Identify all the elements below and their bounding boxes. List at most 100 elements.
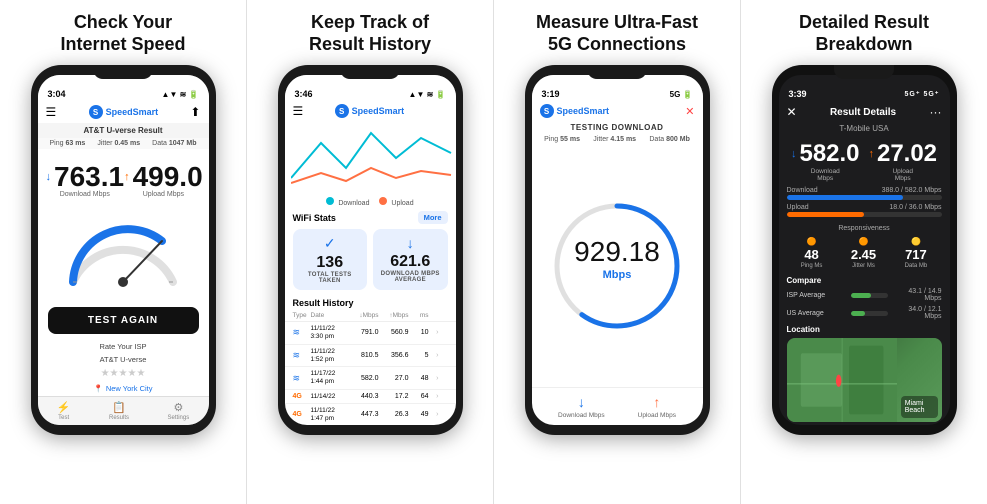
table-row[interactable]: 4G 11/14/22 440.3 17.2 64 › <box>285 390 456 404</box>
tab-home[interactable]: ⚡ Test <box>57 401 71 421</box>
p4-bar-dl-label-right: 388.0 / 582.0 Mbps <box>882 187 942 194</box>
wifi-card-avg-label: DOWNLOAD MBPSAVERAGE <box>381 271 440 283</box>
p2-wifi-title: WiFi Stats <box>293 213 336 223</box>
panel-detailed-result: Detailed Result Breakdown 3:39 5G⁺ 5G⁺ ✕… <box>741 0 987 504</box>
results-icon: 📋 <box>112 401 126 414</box>
p2-wifi-header: WiFi Stats More <box>285 209 456 226</box>
p4-header-title: Result Details <box>830 107 896 118</box>
wifi-card-tests-val: 136 <box>316 254 343 272</box>
row5-ms: 49 <box>409 411 429 418</box>
legend-upload: Upload <box>379 197 413 207</box>
p4-dl-label: DownloadMbps <box>811 168 840 182</box>
p4-bar-ul-label-left: Upload <box>787 204 809 211</box>
p1-speeds: ↓ 763.1 Download Mbps ↑ 499.0 Upload Mbp… <box>38 149 209 202</box>
p4-metric-jitter: 🟠 2.45 Jitter Ms <box>851 237 876 269</box>
p4-ul-val: 27.02 <box>877 140 937 168</box>
data-icon: 🟡 <box>911 237 921 246</box>
p4-more-btn[interactable]: ··· <box>929 105 941 119</box>
p3-close-icon[interactable]: ✕ <box>685 105 694 118</box>
test-again-button[interactable]: TEST AGAIN <box>48 307 199 334</box>
row1-type-icon: ≋ <box>293 327 311 338</box>
p4-isp-bar-fill <box>851 293 871 298</box>
p4-us-avg-val: 34.0 / 12.1 Mbps <box>892 306 942 320</box>
map-svg <box>787 338 897 422</box>
gauge-circle-svg: 929.18 Mbps <box>547 196 687 336</box>
p2-more-btn[interactable]: More <box>418 211 448 224</box>
th-date: Date <box>311 312 349 319</box>
row1-date: 11/11/223:30 pm <box>311 325 349 341</box>
p2-menu-icon[interactable]: ☰ <box>293 104 304 118</box>
phone-screen-4: 3:39 5G⁺ 5G⁺ ✕ Result Details ··· T-Mobi… <box>779 75 950 425</box>
p4-header: ✕ Result Details ··· <box>779 101 950 123</box>
p3-gauge-area: 929.18 Mbps <box>532 145 703 387</box>
phone-notch-1 <box>93 65 153 79</box>
p1-gauge-area <box>38 202 209 301</box>
p4-data-val: 717 <box>905 247 927 262</box>
phone-frame-3: 3:19 5G 🔋 S SpeedSmart ✕ TESTING DOWNLOA… <box>525 65 710 435</box>
p2-history-title: Result History <box>285 293 456 310</box>
p4-map-label: Miami Beach <box>901 396 938 418</box>
table-row[interactable]: ≋ 11/11/223:30 pm 791.0 560.9 10 › <box>285 322 456 345</box>
table-row[interactable]: ≋ 11/11/221:52 pm 810.5 356.6 5 › <box>285 345 456 368</box>
row1-ms: 10 <box>409 329 429 336</box>
tab-results[interactable]: 📋 Results <box>109 401 129 421</box>
p4-download-item: ↓ 582.0 DownloadMbps <box>791 140 860 182</box>
p4-dl-val: 582.0 <box>799 140 859 168</box>
p4-metric-ping: 🟠 48 Ping Ms <box>801 237 823 269</box>
logo-icon-1: S <box>89 105 103 119</box>
p1-isp-bar: AT&T U-verse Result <box>38 123 209 138</box>
p4-upload-item: ↑ 27.02 UploadMbps <box>868 140 937 182</box>
p4-ping-label: Ping Ms <box>801 263 823 269</box>
p3-dl-arrow-icon: ↓ <box>578 394 585 410</box>
p1-location-text: New York City <box>106 384 153 393</box>
svg-text:929.18: 929.18 <box>574 236 660 267</box>
row3-ms: 48 <box>409 375 429 382</box>
p1-status-icons: ▲▼ ≋ 🔋 <box>162 90 199 99</box>
logo-icon-3: S <box>540 104 554 118</box>
settings-icon: ⚙ <box>173 401 183 414</box>
p3-testing-label: TESTING DOWNLOAD <box>532 121 703 134</box>
p4-map-bg: Miami Beach <box>787 338 942 422</box>
p4-isp-name: T-Mobile USA <box>779 123 950 134</box>
p4-bar-ul-row: Upload 18.0 / 36.0 Mbps <box>787 204 942 217</box>
p1-stars: ★★★★★ <box>38 366 209 381</box>
row1-ul: 560.9 <box>379 329 409 336</box>
p4-us-bar-fill <box>851 311 866 316</box>
phone-screen-2: 3:46 ▲▼ ≋ 🔋 ☰ S SpeedSmart <box>285 75 456 425</box>
wifi-card-check-icon: ✓ <box>324 235 336 252</box>
p4-jitter-label: Jitter Ms <box>852 263 875 269</box>
p4-data-label: Data Mb <box>905 263 928 269</box>
row2-ul: 356.6 <box>379 352 409 359</box>
p3-dl-label: Download Mbps <box>558 412 605 419</box>
home-icon: ⚡ <box>57 401 71 414</box>
phone-frame-2: 3:46 ▲▼ ≋ 🔋 ☰ S SpeedSmart <box>278 65 463 435</box>
row2-type-icon: ≋ <box>293 350 311 361</box>
th-ul: ↑Mbps <box>379 312 409 319</box>
row2-ms: 5 <box>409 352 429 359</box>
p4-ping-val: 48 <box>804 247 818 262</box>
legend-upload-dot <box>379 197 387 205</box>
p1-share-icon[interactable]: ⬆ <box>190 105 200 119</box>
tab-settings[interactable]: ⚙ Settings <box>168 401 190 421</box>
p1-upload-item: ↑ 499.0 Upload Mbps <box>124 163 203 198</box>
p3-bottom-icons: ↓ Download Mbps ↑ Upload Mbps <box>532 387 703 425</box>
table-row[interactable]: ≋ 11/17/221:44 pm 582.0 27.0 48 › <box>285 367 456 390</box>
p4-main-speeds: ↓ 582.0 DownloadMbps ↑ 27.02 UploadMbps <box>779 134 950 184</box>
row1-dl: 791.0 <box>349 329 379 336</box>
p4-bar-dl-track <box>787 195 942 200</box>
p4-metrics: 🟠 48 Ping Ms 🟠 2.45 Jitter Ms 🟡 717 Data… <box>779 233 950 273</box>
phone-frame-1: 3:04 ▲▼ ≋ 🔋 ☰ S SpeedSmart ⬆ AT&T U-vers… <box>31 65 216 435</box>
p1-menu-icon[interactable]: ☰ <box>46 105 57 119</box>
wifi-card-tests: ✓ 136 TOTAL TESTSTAKEN <box>293 229 368 290</box>
p1-isp-rate-label: Rate Your ISP <box>38 340 209 353</box>
p4-bar-ul-label-right: 18.0 / 36.0 Mbps <box>889 204 941 211</box>
logo-icon-2: S <box>335 104 349 118</box>
row4-date: 11/14/22 <box>311 393 349 400</box>
row5-arrow: › <box>429 411 439 418</box>
table-row[interactable]: 4G 11/11/221:47 pm 447.3 26.3 49 › <box>285 404 456 425</box>
p1-header: ☰ S SpeedSmart ⬆ <box>38 101 209 123</box>
row2-date: 11/11/221:52 pm <box>311 348 349 364</box>
p4-close-btn[interactable]: ✕ <box>787 105 797 119</box>
wifi-card-tests-label: TOTAL TESTSTAKEN <box>308 272 352 284</box>
p3-status-icons: 5G 🔋 <box>670 90 693 99</box>
